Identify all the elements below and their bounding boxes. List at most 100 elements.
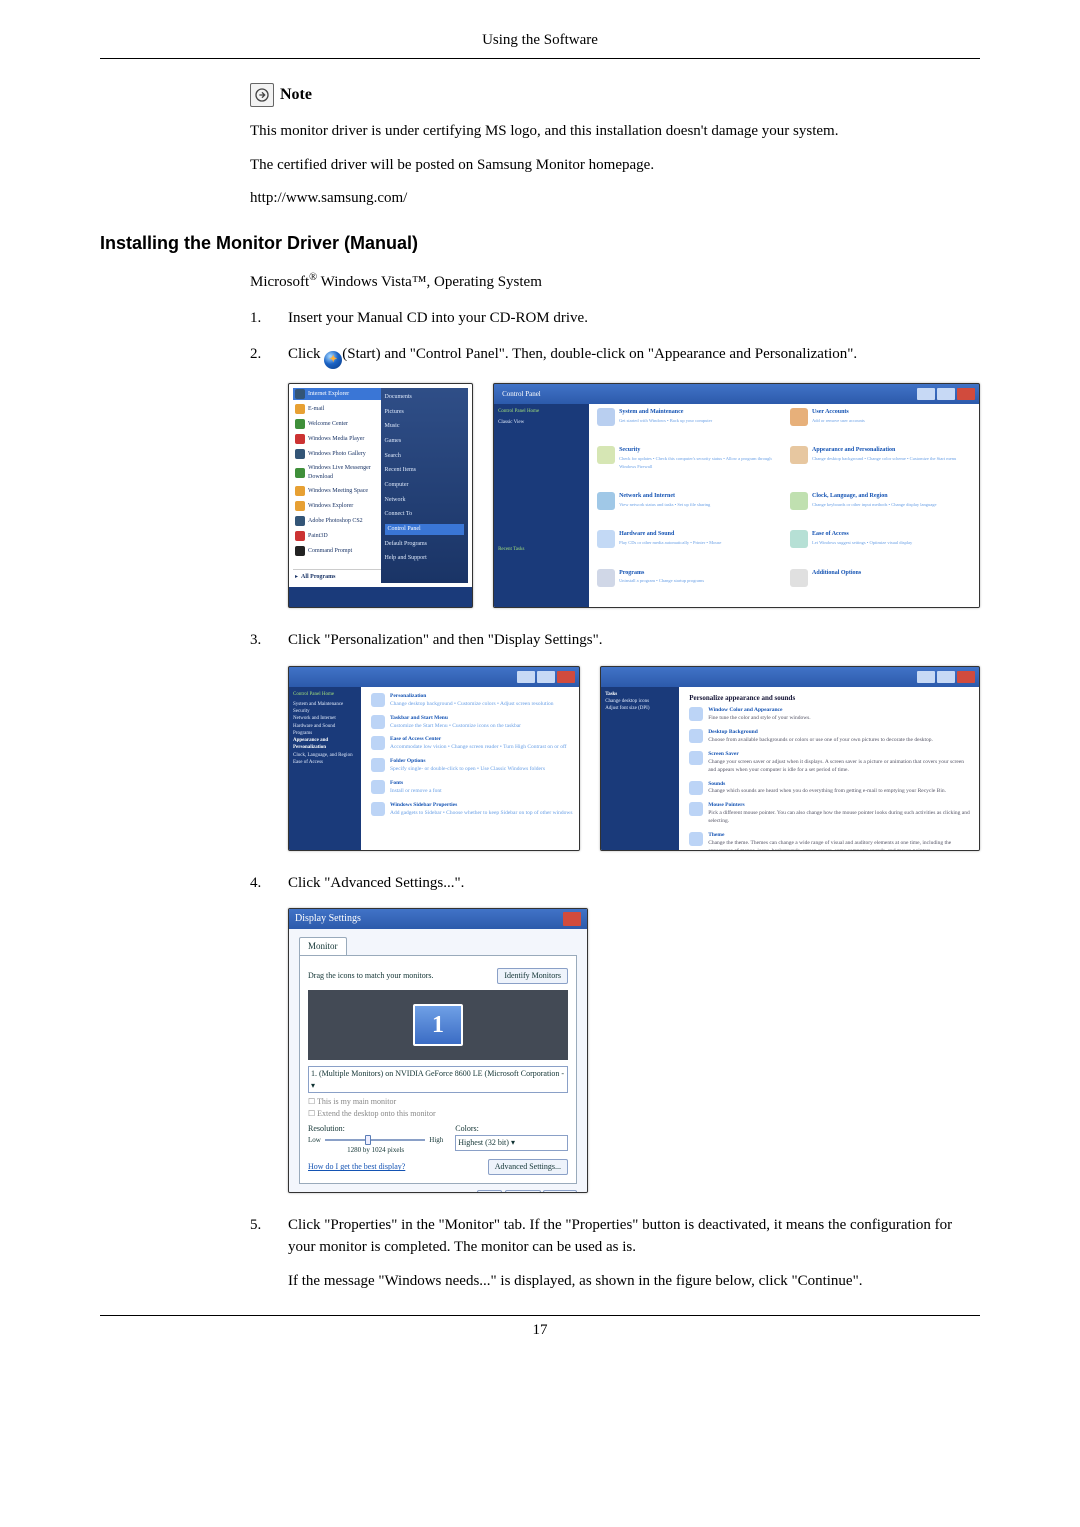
start-menu-right: Documents Pictures Music Games Search Re… — [381, 388, 469, 583]
os-line: Microsoft® Windows Vista™, Operating Sys… — [250, 270, 980, 294]
pz-item: Window Color and AppearanceFine tune the… — [689, 707, 973, 723]
step-3: 3. Click "Personalization" and then "Dis… — [250, 630, 980, 652]
sm-item-email: E-mail — [293, 403, 381, 415]
res-high: High — [429, 1135, 443, 1145]
pz-side-item: Change desktop icons — [605, 698, 675, 705]
ap-item: PersonalizationChange desktop background… — [371, 693, 573, 709]
sm-item-photoshop: Adobe Photoshop CS2 — [293, 515, 381, 527]
drag-instruction: Drag the icons to match your monitors. — [308, 970, 434, 982]
sm-item-gallery: Windows Photo Gallery — [293, 448, 381, 460]
sm-right-item: Default Programs — [385, 539, 465, 550]
note-block: Note This monitor driver is under certif… — [250, 83, 980, 210]
figure-display-settings: Display Settings Monitor Drag the icons … — [288, 908, 588, 1193]
step-body: Insert your Manual CD into your CD-ROM d… — [288, 308, 980, 330]
ap-side-item: Ease of Access — [293, 759, 357, 766]
ap-side-item: Clock, Language, and Region — [293, 752, 357, 759]
step-body: Click "Personalization" and then "Displa… — [288, 630, 980, 652]
sm-item-messenger: Windows Live Messenger Download — [293, 463, 381, 482]
monitor-1-icon: 1 — [413, 1004, 463, 1046]
minimize-icon — [917, 388, 935, 400]
resolution-value: 1280 by 1024 pixels — [308, 1145, 443, 1155]
ap-item: Ease of Access CenterAccommodate low vis… — [371, 736, 573, 752]
monitor-select: 1. (Multiple Monitors) on NVIDIA GeForce… — [308, 1066, 568, 1093]
colors-label: Colors: — [455, 1123, 568, 1135]
pz-tasks: Tasks — [605, 691, 675, 698]
sm-right-control-panel: Control Panel — [385, 524, 465, 535]
section-title: Installing the Monitor Driver (Manual) — [100, 230, 980, 256]
window-titlebar: Control Panel — [494, 384, 979, 404]
steps-list: 1. Insert your Manual CD into your CD-RO… — [250, 308, 980, 369]
sm-right-item: Computer — [385, 480, 465, 491]
maximize-icon — [937, 388, 955, 400]
figure-appearance-personalization: Control Panel Home System and Maintenanc… — [288, 666, 580, 851]
ap-item: Folder OptionsSpecify single- or double-… — [371, 758, 573, 774]
cp-cat-appearance: Appearance and PersonalizationChange des… — [790, 446, 975, 488]
step-number: 5. — [250, 1215, 270, 1292]
step-number: 4. — [250, 873, 270, 895]
cp-main: System and MaintenanceGet started with W… — [593, 404, 979, 607]
os-suffix: , Operating System — [426, 274, 541, 290]
sm-right-item: Network — [385, 495, 465, 506]
step5-p2: If the message "Windows needs..." is dis… — [288, 1271, 980, 1293]
reg-mark: ® — [309, 272, 317, 283]
chk-main-monitor: ☐ This is my main monitor — [308, 1096, 568, 1108]
sm-item-welcome: Welcome Center — [293, 418, 381, 430]
step-2: 2. Click ✦(Start) and "Control Panel". T… — [250, 344, 980, 369]
dialog-inner: Drag the icons to match your monitors. I… — [299, 955, 577, 1183]
cp-cat-users: User AccountsAdd or remove user accounts — [790, 408, 975, 442]
sm-right-item: Connect To — [385, 509, 465, 520]
ap-item: FontsInstall or remove a font — [371, 780, 573, 796]
advanced-settings-button: Advanced Settings... — [488, 1159, 568, 1175]
figure-control-panel: Control Panel Control Panel Home Classic… — [493, 383, 980, 608]
step2-post: (Start) and "Control Panel". Then, doubl… — [342, 346, 857, 362]
close-icon — [563, 912, 581, 926]
note-icon — [250, 83, 274, 107]
cp-sidebar-item: Classic View — [498, 419, 585, 426]
ap-side-item: Security — [293, 708, 357, 715]
start-menu-left: Internet Explorer E-mail Welcome Center … — [293, 388, 381, 583]
maximize-icon — [537, 671, 555, 683]
apply-button: Apply — [543, 1190, 577, 1194]
figure-personalization: Tasks Change desktop icons Adjust font s… — [600, 666, 980, 851]
start-orb-icon: ✦ — [324, 351, 342, 369]
resolution-label: Resolution: — [308, 1123, 443, 1135]
step-body: Click ✦(Start) and "Control Panel". Then… — [288, 344, 980, 369]
cancel-button: Cancel — [505, 1190, 541, 1194]
figure-start-menu: Internet Explorer E-mail Welcome Center … — [288, 383, 473, 608]
sm-right-item: Pictures — [385, 407, 465, 418]
step-number: 1. — [250, 308, 270, 330]
cp-cat-hardware: Hardware and SoundPlay CDs or other medi… — [597, 530, 782, 564]
sm-item-wmp: Windows Media Player — [293, 433, 381, 445]
identify-monitors-button: Identify Monitors — [497, 968, 568, 984]
dialog-titlebar: Display Settings — [289, 909, 587, 929]
cp-sidebar: Control Panel Home Classic View Recent T… — [494, 404, 589, 607]
pz-main: Personalize appearance and sounds Window… — [683, 687, 979, 850]
close-icon — [957, 671, 975, 683]
sm-item-cmd: Command Prompt — [293, 545, 381, 557]
sm-item-internet: Internet Explorer — [293, 388, 381, 400]
close-icon — [957, 388, 975, 400]
step5-p1: Click "Properties" in the "Monitor" tab.… — [288, 1215, 980, 1259]
note-label: Note — [280, 83, 312, 106]
pz-item: SoundsChange which sounds are heard when… — [689, 781, 973, 797]
ap-side-item: Control Panel Home — [293, 691, 357, 698]
figure-row-3: Display Settings Monitor Drag the icons … — [288, 908, 980, 1193]
cp-cat-programs: ProgramsUninstall a program • Change sta… — [597, 569, 782, 603]
note-line-2: The certified driver will be posted on S… — [250, 155, 980, 177]
ok-button: OK — [477, 1190, 503, 1194]
help-link: How do I get the best display? — [308, 1161, 405, 1173]
cp-cat-clock: Clock, Language, and RegionChange keyboa… — [790, 492, 975, 526]
sm-right-item: Recent Items — [385, 465, 465, 476]
sm-right-item: Search — [385, 451, 465, 462]
step-number: 2. — [250, 344, 270, 369]
resolution-slider — [325, 1139, 425, 1141]
step2-pre: Click — [288, 346, 324, 362]
ap-side-item-selected: Appearance and Personalization — [293, 737, 357, 752]
pz-item: Desktop BackgroundChoose from available … — [689, 729, 973, 745]
sm-all-programs: ▸ All Programs — [293, 569, 381, 583]
monitor-stage: 1 — [308, 990, 568, 1060]
pz-item: Mouse PointersPick a different mouse poi… — [689, 802, 973, 826]
minimize-icon — [517, 671, 535, 683]
figure-row-2: Control Panel Home System and Maintenanc… — [288, 666, 980, 851]
dialog-body: Monitor Drag the icons to match your mon… — [289, 929, 587, 1192]
